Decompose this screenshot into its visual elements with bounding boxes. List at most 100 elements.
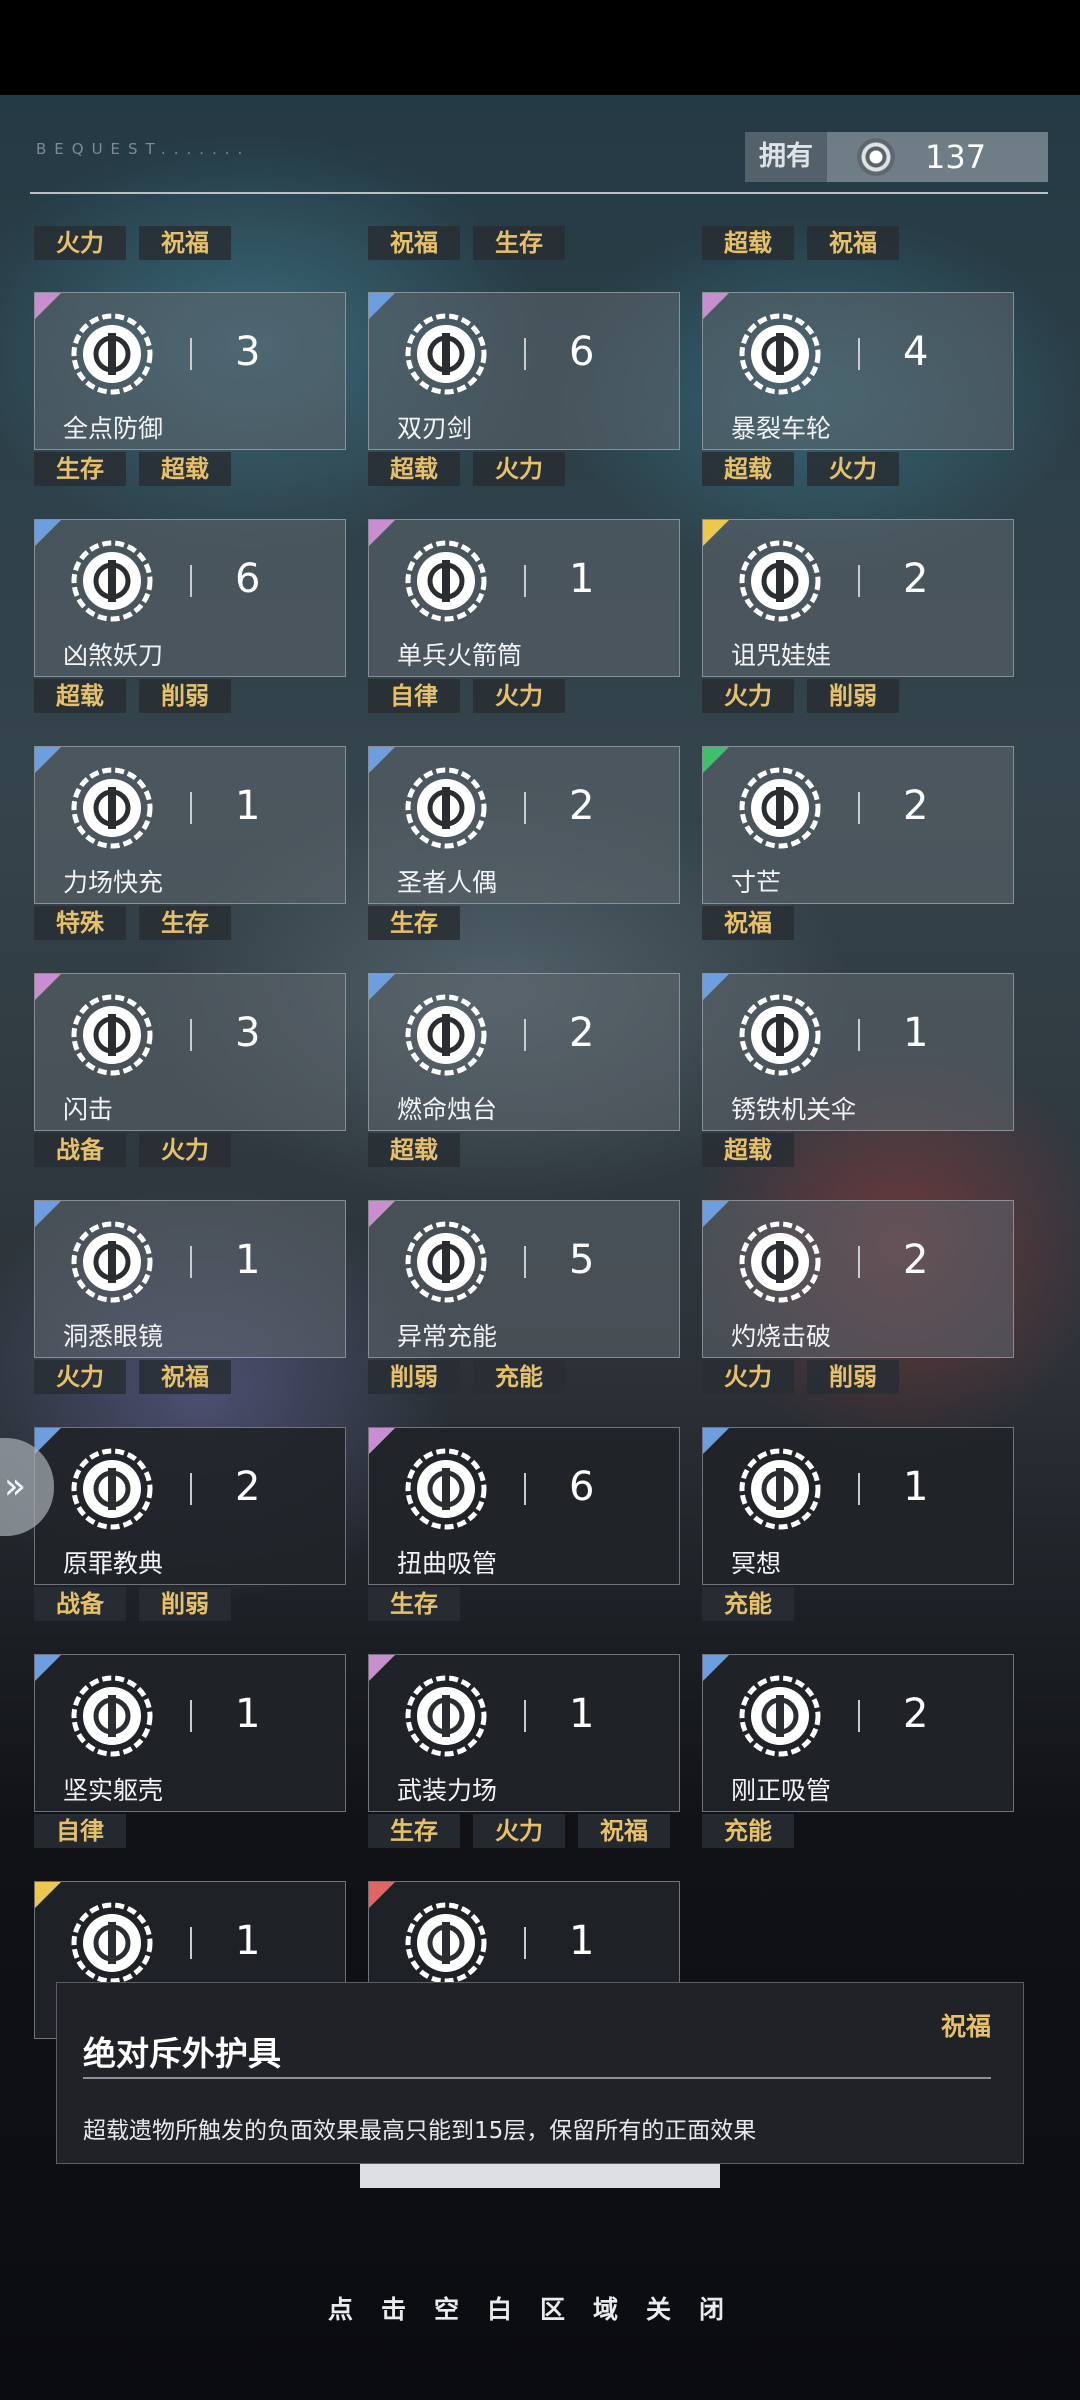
relic-tag: 生存 [368, 1814, 460, 1848]
relic-tag: 超载 [139, 452, 231, 486]
relic-count: 3 [235, 329, 261, 375]
count-separator [190, 1700, 192, 1732]
count-separator [190, 1019, 192, 1051]
relic-tag: 生存 [473, 226, 565, 260]
relic-name: 扭曲吸管 [397, 1549, 498, 1578]
force-field-charge-icon [69, 765, 155, 851]
relic-card[interactable]: 1 锈铁机关伞 [702, 973, 1014, 1131]
relic-name: 单兵火箭筒 [397, 641, 523, 670]
relic-card[interactable]: 3 全点防御 [34, 292, 346, 450]
relic-tag: 战备 [34, 1587, 126, 1621]
twisted-straw-icon [403, 1446, 489, 1532]
relic-card[interactable]: 3 闪击 [34, 973, 346, 1131]
tooltip-title: 绝对斥外护具 [83, 2034, 281, 2073]
rarity-marker [703, 1201, 729, 1227]
relic-tag: 火力 [473, 452, 565, 486]
relic-card[interactable]: 1 坚实躯壳 [34, 1654, 346, 1812]
count-separator [858, 1473, 860, 1505]
relic-tag: 战备 [34, 1133, 126, 1167]
relic-name: 灼烧击破 [731, 1322, 832, 1351]
relic-tag: 祝福 [368, 226, 460, 260]
relic-card[interactable]: 1 单兵火箭筒 [368, 519, 680, 677]
relic-tag: 祝福 [139, 1360, 231, 1394]
count-separator [190, 338, 192, 370]
count-separator [524, 1473, 526, 1505]
relic-card[interactable]: 1 洞悉眼镜 [34, 1200, 346, 1358]
count-separator [524, 565, 526, 597]
close-hint[interactable]: 点击空白区域关闭 [0, 2290, 1080, 2326]
count-separator [190, 565, 192, 597]
relic-name: 冥想 [731, 1549, 782, 1578]
tooltip-tag: 祝福 [940, 2012, 991, 2041]
umbrella-icon [737, 992, 823, 1078]
count-separator [190, 1473, 192, 1505]
relic-count: 3 [235, 1010, 261, 1056]
relic-count: 2 [569, 1010, 595, 1056]
rarity-marker [703, 747, 729, 773]
scripture-icon [69, 1446, 155, 1532]
rarity-marker [369, 520, 395, 546]
relic-name: 燃命烛台 [397, 1095, 498, 1124]
relic-card[interactable]: 2 寸芒 [702, 746, 1014, 904]
relic-card[interactable]: 2 原罪教典 [34, 1427, 346, 1585]
relic-name: 力场快充 [63, 868, 164, 897]
relic-card[interactable]: 4 暴裂车轮 [702, 292, 1014, 450]
relic-count: 1 [235, 783, 261, 829]
upright-straw-icon [737, 1673, 823, 1759]
status-bar [0, 0, 1080, 95]
relic-tag: 特殊 [34, 906, 126, 940]
rarity-marker [35, 747, 61, 773]
relic-card[interactable]: 5 异常充能 [368, 1200, 680, 1358]
relic-tag: 超载 [368, 452, 460, 486]
relic-count: 1 [569, 1691, 595, 1737]
relic-count: 1 [569, 556, 595, 602]
relic-count: 2 [569, 783, 595, 829]
relic-count: 1 [235, 1237, 261, 1283]
count-separator [524, 1927, 526, 1959]
relic-card[interactable]: 2 诅咒娃娃 [702, 519, 1014, 677]
relic-tag: 祝福 [139, 226, 231, 260]
relic-tag: 生存 [34, 452, 126, 486]
relic-card[interactable]: 2 圣者人偶 [368, 746, 680, 904]
relic-name: 异常充能 [397, 1322, 498, 1351]
rarity-marker [369, 1882, 395, 1908]
relic-tag: 火力 [702, 1360, 794, 1394]
relic-card[interactable]: 2 刚正吸管 [702, 1654, 1014, 1812]
count-separator [858, 1700, 860, 1732]
relic-card[interactable]: 2 灼烧击破 [702, 1200, 1014, 1358]
rarity-marker [35, 1201, 61, 1227]
relic-card[interactable]: 2 燃命烛台 [368, 973, 680, 1131]
relic-card[interactable]: 6 双刃剑 [368, 292, 680, 450]
relic-name: 全点防御 [63, 414, 164, 443]
rarity-marker [369, 1655, 395, 1681]
rarity-marker [35, 1882, 61, 1908]
rarity-marker [369, 293, 395, 319]
relic-count: 6 [569, 1464, 595, 1510]
relic-tag: 削弱 [368, 1360, 460, 1394]
relic-tag: 火力 [473, 679, 565, 713]
rocket-launcher-icon [403, 538, 489, 624]
relic-card[interactable]: 6 凶煞妖刀 [34, 519, 346, 677]
relic-tag: 祝福 [578, 1814, 670, 1848]
relic-tag: 生存 [139, 906, 231, 940]
relic-card[interactable]: 1 武装力场 [368, 1654, 680, 1812]
count-separator [524, 1246, 526, 1278]
rarity-marker [703, 1428, 729, 1454]
relic-card[interactable]: 1 冥想 [702, 1427, 1014, 1585]
relic-card[interactable]: 6 扭曲吸管 [368, 1427, 680, 1585]
rarity-marker [369, 747, 395, 773]
relic-name: 圣者人偶 [397, 868, 498, 897]
armed-field-icon [403, 1673, 489, 1759]
relic-name: 坚实躯壳 [63, 1776, 164, 1805]
voodoo-doll-icon [737, 538, 823, 624]
relic-tag: 充能 [702, 1814, 794, 1848]
count-separator [858, 1019, 860, 1051]
relic-tag: 超载 [702, 452, 794, 486]
relic-tooltip: 绝对斥外护具 祝福 超载遗物所触发的负面效果最高只能到15层，保留所有的正面效果 [56, 1982, 1024, 2164]
solid-shell-icon [69, 1673, 155, 1759]
relic-count: 2 [903, 1237, 929, 1283]
relic-count: 6 [235, 556, 261, 602]
relic-tag: 超载 [368, 1133, 460, 1167]
candelabra-icon [403, 992, 489, 1078]
relic-card[interactable]: 1 力场快充 [34, 746, 346, 904]
